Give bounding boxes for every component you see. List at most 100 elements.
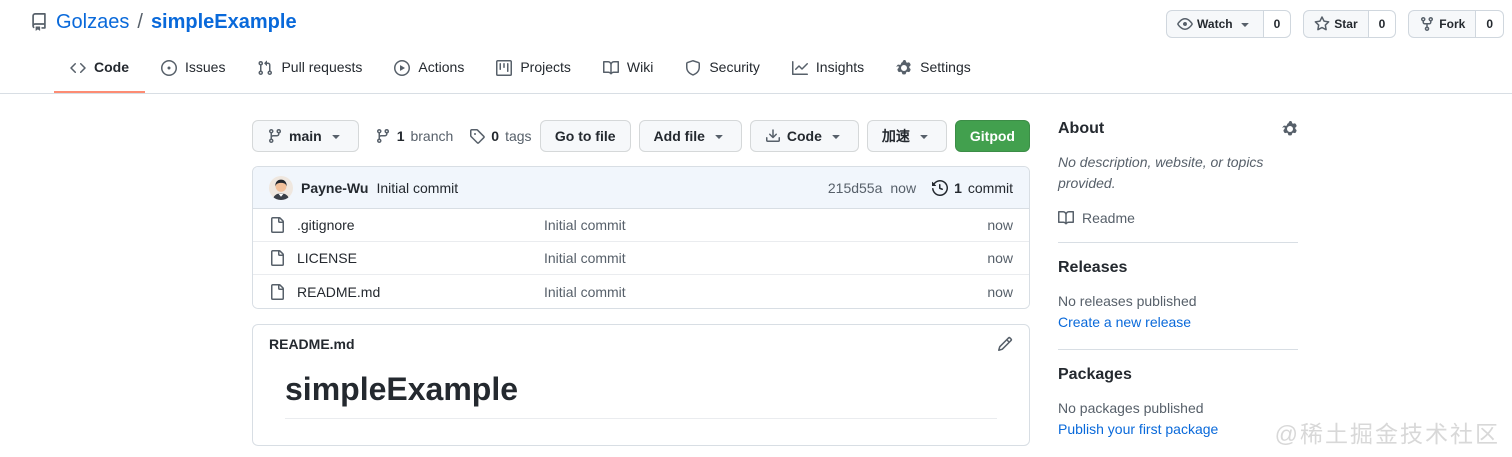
eye-icon bbox=[1177, 16, 1193, 32]
file-commit-message-link[interactable]: Initial commit bbox=[544, 284, 911, 300]
commit-author-link[interactable]: Payne-Wu bbox=[301, 180, 368, 196]
tab-wiki[interactable]: Wiki bbox=[587, 44, 669, 93]
packages-title[interactable]: Packages bbox=[1058, 366, 1132, 384]
readme-body: simpleExample bbox=[253, 363, 1029, 445]
star-label: Star bbox=[1334, 17, 1358, 31]
readme-anchor-link[interactable]: Readme bbox=[1058, 210, 1298, 226]
star-count[interactable]: 0 bbox=[1368, 10, 1397, 38]
book-icon bbox=[602, 60, 619, 76]
branches-stat[interactable]: 1 branch bbox=[375, 128, 454, 144]
packages-section: Packages No packages published Publish y… bbox=[1058, 366, 1298, 456]
avatar[interactable] bbox=[269, 175, 293, 200]
branch-count-label: branch bbox=[410, 128, 454, 144]
packages-empty-text: No packages published bbox=[1058, 400, 1204, 416]
repo-header: Golzaes / simpleExample Watch 0 Star 0 F… bbox=[0, 0, 1512, 38]
graph-icon bbox=[791, 60, 808, 76]
fork-button[interactable]: Fork bbox=[1408, 10, 1477, 38]
readme-filename-link[interactable]: README.md bbox=[269, 336, 355, 352]
play-icon bbox=[394, 59, 411, 76]
star-icon bbox=[1314, 16, 1330, 32]
file-icon bbox=[269, 217, 285, 233]
chevron-down-icon bbox=[828, 128, 844, 144]
tab-insights[interactable]: Insights bbox=[776, 44, 880, 93]
branch-count: 1 bbox=[396, 128, 405, 144]
add-file-button[interactable]: Add file bbox=[638, 120, 742, 152]
repo-icon bbox=[30, 13, 48, 31]
code-download-button[interactable]: Code bbox=[749, 120, 859, 152]
book-icon bbox=[1058, 210, 1074, 226]
repo-nav: Code Issues Pull requests Actions Projec… bbox=[0, 44, 1512, 94]
code-icon bbox=[70, 60, 86, 76]
commit-sha-link[interactable]: 215d55a bbox=[828, 180, 883, 196]
releases-empty-text: No releases published bbox=[1058, 293, 1197, 309]
tab-label: Actions bbox=[418, 59, 465, 75]
chevron-down-icon bbox=[328, 128, 344, 144]
table-row: .gitignore Initial commit now bbox=[253, 209, 1029, 242]
tab-projects[interactable]: Projects bbox=[480, 44, 587, 93]
add-file-label: Add file bbox=[653, 128, 705, 144]
watch-control: Watch 0 bbox=[1166, 10, 1292, 38]
tag-icon bbox=[469, 128, 486, 144]
file-commit-message-link[interactable]: Initial commit bbox=[544, 250, 911, 266]
file-table: Payne-Wu Initial commit 215d55a now 1 co… bbox=[252, 166, 1030, 309]
tab-label: Insights bbox=[815, 59, 865, 75]
repo-link[interactable]: simpleExample bbox=[151, 10, 297, 34]
releases-title[interactable]: Releases bbox=[1058, 259, 1127, 277]
sidebar: About No description, website, or topics… bbox=[1058, 120, 1298, 457]
file-name-link[interactable]: README.md bbox=[297, 284, 532, 300]
branch-selector[interactable]: main bbox=[252, 120, 359, 152]
tab-settings[interactable]: Settings bbox=[880, 44, 987, 93]
repo-title: Golzaes / simpleExample bbox=[30, 10, 297, 34]
star-control: Star 0 bbox=[1303, 10, 1397, 38]
watch-count[interactable]: 0 bbox=[1263, 10, 1292, 38]
tab-label: Code bbox=[94, 59, 129, 75]
tab-pull-requests[interactable]: Pull requests bbox=[241, 44, 378, 93]
owner-link[interactable]: Golzaes bbox=[56, 10, 129, 34]
publish-package-link[interactable]: Publish your first package bbox=[1058, 419, 1218, 440]
tab-actions[interactable]: Actions bbox=[378, 44, 480, 93]
star-button[interactable]: Star bbox=[1303, 10, 1369, 38]
file-time: now bbox=[987, 283, 1013, 300]
download-icon bbox=[765, 128, 781, 144]
repo-fork-icon bbox=[1419, 16, 1435, 32]
watermark: @稀土掘金技术社区 bbox=[1274, 421, 1500, 447]
toolbar-right-group: Go to file Add file Code 加速 Gitpod bbox=[539, 120, 1030, 152]
tab-security[interactable]: Security bbox=[669, 44, 776, 93]
file-time: now bbox=[987, 250, 1013, 266]
watch-button[interactable]: Watch bbox=[1166, 10, 1264, 38]
git-branch-icon bbox=[267, 128, 283, 144]
gear-icon[interactable] bbox=[1282, 121, 1298, 137]
file-name-link[interactable]: LICENSE bbox=[297, 250, 532, 266]
go-to-file-button[interactable]: Go to file bbox=[539, 120, 631, 152]
readme-title: simpleExample bbox=[285, 369, 997, 419]
tag-count: 0 bbox=[491, 128, 500, 144]
tab-code[interactable]: Code bbox=[54, 44, 145, 93]
repo-social-actions: Watch 0 Star 0 Fork 0 bbox=[1166, 10, 1504, 38]
readme-link-label: Readme bbox=[1082, 210, 1135, 226]
tab-label: Settings bbox=[920, 59, 971, 75]
file-commit-message-link[interactable]: Initial commit bbox=[544, 217, 911, 233]
about-title: About bbox=[1058, 120, 1105, 137]
tags-stat[interactable]: 0 tags bbox=[469, 128, 532, 144]
commit-message-link[interactable]: Initial commit bbox=[376, 180, 458, 196]
history-icon bbox=[932, 179, 949, 196]
table-row: README.md Initial commit now bbox=[253, 275, 1029, 308]
table-row: LICENSE Initial commit now bbox=[253, 242, 1029, 275]
file-time: now bbox=[987, 217, 1013, 233]
accelerate-button[interactable]: 加速 bbox=[866, 120, 947, 152]
tab-issues[interactable]: Issues bbox=[145, 44, 241, 93]
file-icon bbox=[269, 283, 285, 300]
file-name-link[interactable]: .gitignore bbox=[297, 217, 532, 233]
accelerate-label: 加速 bbox=[881, 128, 910, 144]
pencil-icon[interactable] bbox=[997, 336, 1013, 352]
gitpod-button[interactable]: Gitpod bbox=[954, 120, 1030, 152]
commit-history-link[interactable]: 1 commit bbox=[932, 180, 1013, 196]
about-section: About No description, website, or topics… bbox=[1058, 120, 1298, 243]
commit-meta: 215d55a now 1 commit bbox=[828, 180, 1013, 196]
branch-name: main bbox=[289, 128, 322, 144]
fork-count[interactable]: 0 bbox=[1476, 10, 1504, 38]
tab-label: Wiki bbox=[626, 59, 654, 75]
commit-count-label: commit bbox=[967, 179, 1013, 196]
chevron-down-icon bbox=[711, 128, 727, 144]
create-release-link[interactable]: Create a new release bbox=[1058, 312, 1191, 333]
